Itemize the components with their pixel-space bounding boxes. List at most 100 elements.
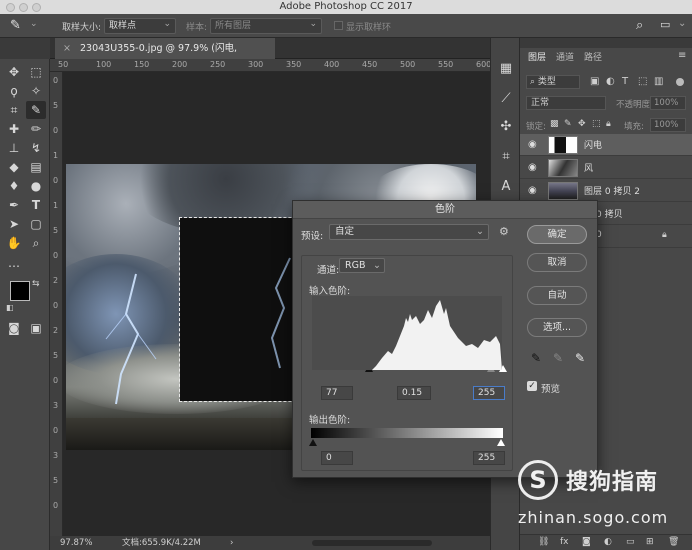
preset-gear-icon[interactable]: ⚙ <box>499 225 509 238</box>
document-info: 文档:655.9K/4.22M <box>122 538 201 548</box>
move-tool-icon[interactable]: ✥ <box>4 63 24 81</box>
ruler-tick-label: 5 <box>53 351 59 360</box>
channel-select[interactable]: RGB ⌄ <box>339 258 385 273</box>
marquee-tool-icon[interactable]: ⬚ <box>26 63 46 81</box>
hand-tool-icon[interactable]: ✋ <box>4 234 24 252</box>
output-white-field[interactable]: 255 <box>473 451 505 465</box>
tool-preset-chevron-icon[interactable]: ⌄ <box>30 19 38 29</box>
sample-select[interactable]: 所有图层 <box>210 17 322 34</box>
zoom-level[interactable]: 97.87% <box>60 536 92 550</box>
filter-toggle[interactable] <box>676 78 684 86</box>
ruler-tick-label: 5 <box>53 226 59 235</box>
eyedropper-tool-icon[interactable]: ✎ <box>26 101 46 119</box>
output-white-value: 255 <box>478 453 496 463</box>
lock-artboard-icon[interactable]: ⬚ <box>592 119 601 129</box>
workspace-icon[interactable]: ▭ <box>660 18 670 31</box>
opacity-input[interactable]: 100% <box>650 96 686 110</box>
gray-point-eyedropper-icon[interactable]: ✎ <box>553 351 563 365</box>
visibility-eye-icon[interactable]: ◉ <box>528 139 537 150</box>
visibility-eye-icon[interactable]: ◉ <box>528 185 537 196</box>
character-panel-icon[interactable]: A <box>497 178 515 196</box>
preset-select[interactable]: 自定 ⌄ <box>329 224 489 240</box>
input-black-field[interactable]: 77 <box>321 386 353 400</box>
output-black-field[interactable]: 0 <box>321 451 353 465</box>
channel-label: 通道: <box>317 265 340 276</box>
levels-histogram <box>312 296 502 370</box>
curves-panel-icon[interactable]: ⟋ <box>497 90 515 108</box>
output-black-slider[interactable] <box>309 439 317 446</box>
swap-colors-icon[interactable]: ⇆ <box>32 279 40 289</box>
sample-size-value: 取样点 <box>109 21 137 31</box>
lasso-tool-icon[interactable]: ϙ <box>4 82 24 100</box>
white-point-eyedropper-icon[interactable]: ✎ <box>575 351 585 365</box>
auto-button[interactable]: 自动 <box>527 286 587 305</box>
cancel-button[interactable]: 取消 <box>527 253 587 272</box>
options-button[interactable]: 选项... <box>527 318 587 337</box>
blur-tool-icon[interactable]: ♦ <box>4 177 24 195</box>
dodge-tool-icon[interactable]: ● <box>26 177 46 195</box>
magic-wand-tool-icon[interactable]: ✧ <box>26 82 46 100</box>
filter-type-icon[interactable]: T <box>622 76 628 87</box>
output-levels-label: 输出色阶: <box>309 415 351 426</box>
crop-panel-icon[interactable]: ⌗ <box>497 148 515 166</box>
healing-brush-tool-icon[interactable]: ✚ <box>4 120 24 138</box>
preview-checkbox[interactable]: ✓ <box>527 381 537 391</box>
lock-all-icon[interactable]: 🔒︎ <box>606 119 611 129</box>
horizontal-scrollbar[interactable] <box>312 540 432 546</box>
zoom-window-button[interactable] <box>32 3 41 12</box>
filter-adjustment-icon[interactable]: ◐ <box>606 76 615 87</box>
layer-row[interactable]: ◉ 风 <box>520 157 692 179</box>
brush-tool-icon[interactable]: ✏ <box>26 120 46 138</box>
gradient-tool-icon[interactable]: ▤ <box>26 158 46 176</box>
clone-stamp-tool-icon[interactable]: ⊥ <box>4 139 24 157</box>
ok-button[interactable]: 确定 <box>527 225 587 244</box>
input-white-field[interactable]: 255 <box>473 386 505 400</box>
output-white-slider[interactable] <box>497 439 505 446</box>
filter-pixel-icon[interactable]: ▣ <box>590 76 599 87</box>
eraser-tool-icon[interactable]: ◆ <box>4 158 24 176</box>
input-gamma-field[interactable]: 0.15 <box>397 386 431 400</box>
close-window-button[interactable] <box>6 3 15 12</box>
lock-image-icon[interactable]: ✎ <box>564 119 572 129</box>
foreground-color-swatch[interactable] <box>10 281 30 301</box>
black-point-eyedropper-icon[interactable]: ✎ <box>531 351 541 365</box>
fill-input[interactable]: 100% <box>650 118 686 132</box>
layer-row[interactable]: ◉ 闪电 <box>520 134 692 156</box>
status-menu-chevron-icon[interactable]: › <box>230 536 233 550</box>
sample-size-select[interactable]: 取样点 <box>104 17 176 34</box>
layer-filter-select[interactable]: ⌕ 类型 <box>526 75 580 89</box>
puzzle-panel-icon[interactable]: ✣ <box>497 118 515 136</box>
tab-layers[interactable]: 图层 <box>528 50 546 63</box>
lock-position-icon[interactable]: ✥ <box>578 119 586 129</box>
default-colors-icon[interactable]: ◧ <box>6 303 14 312</box>
history-brush-tool-icon[interactable]: ↯ <box>26 139 46 157</box>
close-tab-icon[interactable]: × <box>63 43 71 54</box>
lock-transparent-icon[interactable]: ▩ <box>550 119 559 129</box>
layer-row[interactable]: ◉ 图层 0 拷贝 2 <box>520 180 692 202</box>
panel-menu-icon[interactable]: ≡ <box>678 50 686 61</box>
path-selection-tool-icon[interactable]: ➤ <box>4 215 24 233</box>
tab-channels[interactable]: 通道 <box>556 50 574 63</box>
color-panel-icon[interactable]: ▦ <box>497 60 515 78</box>
minimize-window-button[interactable] <box>19 3 28 12</box>
show-ring-checkbox[interactable] <box>334 21 343 30</box>
rectangle-tool-icon[interactable]: ▢ <box>26 215 46 233</box>
more-tools-icon[interactable]: ⋯ <box>4 257 24 275</box>
tab-paths[interactable]: 路径 <box>584 50 602 63</box>
window-title: Adobe Photoshop CC 2017 <box>279 1 413 12</box>
filter-smart-icon[interactable]: ▥ <box>654 76 663 87</box>
quick-mask-icon[interactable]: ◙ <box>4 319 24 337</box>
blend-mode-select[interactable]: 正常 <box>526 96 606 110</box>
visibility-eye-icon[interactable]: ◉ <box>528 162 537 173</box>
pen-tool-icon[interactable]: ✒ <box>4 196 24 214</box>
document-tab[interactable]: × 23043U355-0.jpg @ 97.9% (闪电, RGB/8#) * <box>55 38 275 75</box>
workspace-chevron-icon[interactable]: ⌄ <box>678 18 686 29</box>
filter-shape-icon[interactable]: ⬚ <box>638 76 647 87</box>
crop-tool-icon[interactable]: ⌗ <box>4 101 24 119</box>
eyedropper-icon[interactable]: ✎ <box>10 18 21 33</box>
type-tool-icon[interactable]: T <box>26 196 46 214</box>
zoom-tool-icon[interactable]: ⌕ <box>26 234 46 252</box>
search-icon[interactable]: ⌕ <box>636 18 643 33</box>
screen-mode-icon[interactable]: ▣ <box>26 319 46 337</box>
vertical-ruler: 0 5 0 1 0 1 5 0 2 0 2 5 0 3 0 3 5 0 <box>50 72 63 536</box>
